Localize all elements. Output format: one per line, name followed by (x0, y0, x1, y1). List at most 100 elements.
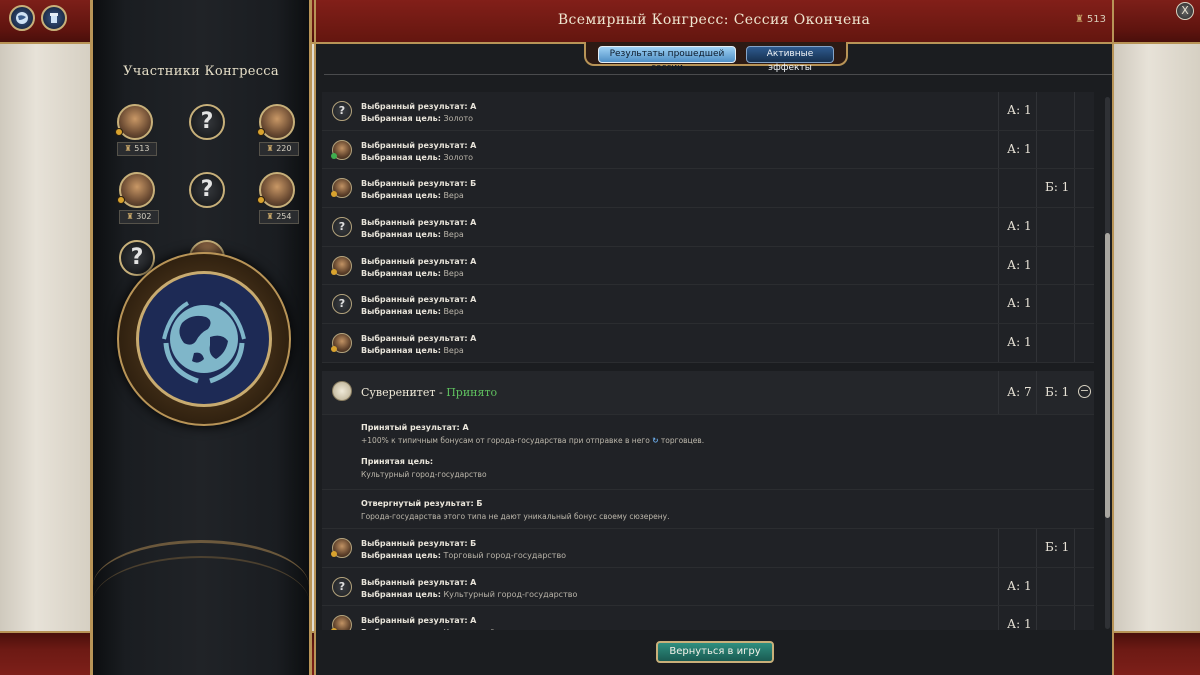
emblem-disc (136, 271, 272, 407)
scrollbar[interactable] (1105, 97, 1110, 629)
status-badge (117, 196, 125, 204)
accepted-result-label: Принятый результат: А (361, 422, 469, 432)
vote-a-cell: А: 1 (998, 606, 1036, 630)
details-divider (322, 488, 1094, 490)
vote-b-cell (1036, 130, 1074, 169)
participant-3[interactable]: ♜ 220 (257, 104, 299, 160)
chosen-target: Выбранная цель: Вера (361, 268, 464, 278)
spacer-cell (1074, 92, 1094, 130)
unknown-leader-icon[interactable]: ? (332, 217, 352, 238)
leader-avatar[interactable] (331, 178, 352, 199)
leader-avatar[interactable] (331, 537, 352, 558)
world-congress-icon (162, 301, 246, 384)
accepted-target-label: Принятая цель: (361, 456, 434, 466)
rejected-result-label: Отвергнутый результат: Б (361, 498, 483, 508)
spacer-cell (1074, 324, 1094, 362)
globe-icon (16, 12, 28, 24)
delegate-icon: ♜ (126, 212, 137, 221)
chosen-result: Выбранный результат: Б (361, 538, 477, 548)
vote-b-cell (1036, 567, 1074, 606)
vote-row: ? Выбранный результат: А Выбранная цель: К… (322, 567, 1094, 607)
tab-session-results[interactable]: Результаты прошедшей сессии (598, 46, 736, 73)
chosen-result: Выбранный результат: А (361, 334, 477, 344)
congress-emblem (117, 252, 291, 426)
participant-6[interactable]: ♜ 254 (257, 172, 299, 228)
vote-a-cell: А: 1 (998, 208, 1036, 246)
unknown-leader-icon[interactable]: ? (332, 294, 352, 315)
participant-5[interactable]: ? (189, 172, 227, 228)
vote-row: Выбранный результат: А Выбранная цель: Ве… (322, 324, 1094, 363)
spacer-cell (1074, 528, 1094, 567)
participant-4[interactable]: ♜ 302 (117, 172, 159, 228)
unknown-leader-icon[interactable]: ? (332, 101, 352, 121)
vote-b-cell (1036, 246, 1074, 285)
resolution-header[interactable]: Суверенитет - Принято А: 7 Б: 1 − (322, 370, 1094, 415)
vote-b-cell (1036, 208, 1074, 246)
chosen-result: Выбранный результат: Б (361, 179, 477, 189)
scroll-thumb[interactable] (1105, 233, 1110, 518)
trade-route-icon: ↻ (652, 435, 659, 445)
congress-button[interactable] (41, 5, 67, 31)
chosen-target: Выбранная цель: Вера (361, 307, 464, 317)
results-list[interactable]: ? Выбранный результат: А Выбранная цель: З… (322, 92, 1094, 630)
leader-avatar[interactable] (331, 255, 352, 276)
sovereignty-resolution: Суверенитет - Принято А: 7 Б: 1 − Принят… (322, 370, 1094, 630)
close-button[interactable]: X (1176, 2, 1194, 20)
chosen-target: Выбранная цель: Вера (361, 346, 464, 356)
vote-a-cell: А: 1 (998, 130, 1036, 169)
accepted-result-text: +100% к типичным бонусам от города-госуд… (361, 435, 705, 445)
status-dot (331, 152, 337, 159)
resolution-title: Суверенитет - Принято (361, 385, 498, 399)
chosen-target: Выбранная цель: Культурный город-государ… (361, 628, 577, 630)
spacer-cell (1074, 208, 1094, 246)
spacer-cell (1074, 130, 1094, 169)
vote-b-cell (1036, 92, 1074, 130)
resolution-icon (332, 380, 352, 401)
congress-icon (50, 13, 58, 23)
vote-a-cell: А: 1 (998, 92, 1036, 130)
delegate-count-badge: ♜ 513 (117, 142, 157, 156)
panel-header: Всемирный Конгресс: Сессия Окончена ♜ 513 (316, 0, 1112, 44)
vote-b-cell (1036, 324, 1074, 362)
vote-row: ? Выбранный результат: А Выбранная цель: В… (322, 285, 1094, 325)
header-divider (324, 74, 1112, 75)
vote-a-cell (998, 528, 1036, 567)
delegate-icon: ♜ (124, 144, 135, 153)
chosen-target: Выбранная цель: Торговый город-государст… (361, 550, 567, 560)
return-to-game-button[interactable]: Вернуться в игру (656, 641, 774, 663)
leader-avatar[interactable] (331, 615, 352, 630)
vote-a-cell (998, 169, 1036, 208)
vote-b-cell: Б: 1 (1036, 169, 1074, 208)
participant-2[interactable]: ? (189, 104, 227, 160)
status-dot (331, 191, 337, 198)
total-b-cell: Б: 1 (1036, 370, 1074, 414)
delegate-count: ♜ 513 (1074, 14, 1106, 25)
collapse-button[interactable]: − (1078, 384, 1091, 398)
delegate-count-badge: ♜ 302 (119, 210, 159, 224)
vote-b-cell (1036, 606, 1074, 630)
vote-row: Выбранный результат: Б Выбранная цель: Ве… (322, 169, 1094, 209)
vote-row: ? Выбранный результат: А Выбранная цель: В… (322, 208, 1094, 247)
vote-row: Выбранный результат: А Выбранная цель: Ве… (322, 246, 1094, 286)
vote-row: Выбранный результат: А Выбранная цель: Зо… (322, 130, 1094, 170)
world-congress-panel: Всемирный Конгресс: Сессия Окончена ♜ 513… (314, 0, 1114, 675)
diplomacy-button[interactable] (9, 5, 35, 31)
vote-a-cell: А: 1 (998, 285, 1036, 324)
chosen-target: Выбранная цель: Вера (361, 230, 464, 240)
accepted-target-text: Культурный город-государство (361, 469, 487, 479)
leader-avatar[interactable] (331, 333, 352, 354)
spacer-cell (1074, 285, 1094, 324)
status-badge (257, 128, 265, 136)
leader-avatar[interactable] (331, 139, 352, 160)
tab-active-effects[interactable]: Активные эффекты (746, 46, 834, 73)
background-right (1114, 44, 1200, 631)
unknown-leader-icon: ? (189, 104, 225, 140)
chosen-target: Выбранная цель: Вера (361, 191, 464, 201)
unknown-leader-icon[interactable]: ? (332, 576, 352, 597)
rejected-result-text: Города-государства этого типа не дают ун… (361, 511, 670, 521)
leader-portrait (259, 172, 295, 208)
delegate-count-badge: ♜ 254 (259, 210, 299, 224)
participant-1[interactable]: ♜ 513 (115, 104, 157, 160)
resolution-votes-group: ? Выбранный результат: А Выбранная цель: З… (322, 92, 1094, 363)
status-badge (115, 128, 123, 136)
